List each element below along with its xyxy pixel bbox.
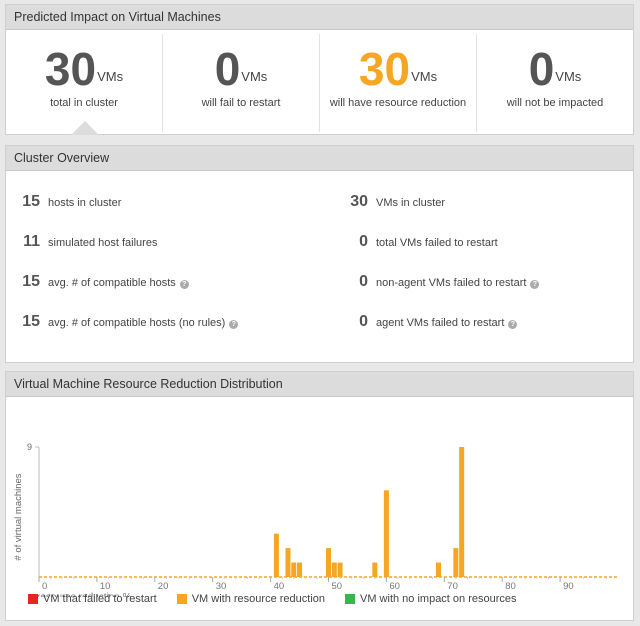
metric-total-in-cluster[interactable]: 30 VMs total in cluster xyxy=(6,34,163,132)
metric-caption: will have resource reduction xyxy=(329,97,467,109)
overview-label: avg. # of compatible hosts (no rules) xyxy=(48,317,226,329)
overview-label: avg. # of compatible hosts xyxy=(48,277,176,289)
legend-label: VM that failed to restart xyxy=(43,593,157,605)
legend-item-reduction[interactable]: VM with resource reduction xyxy=(176,593,325,605)
overview-row-compatible-hosts: 15 avg. # of compatible hosts ? xyxy=(20,273,189,291)
bar xyxy=(383,490,389,577)
x-tick-label: 20 xyxy=(158,581,169,592)
legend-item-no-impact[interactable]: VM with no impact on resources xyxy=(345,593,517,605)
overview-value: 15 xyxy=(22,273,40,290)
x-tick-label: 80 xyxy=(505,581,516,592)
overview-label: non-agent VMs failed to restart xyxy=(376,277,527,289)
x-tick-label: 90 xyxy=(563,581,574,592)
bar xyxy=(453,548,459,577)
distribution-chart-area: 9 # of virtual machines 0 10 20 30 40 50 60 70 80 9… xyxy=(6,397,633,622)
metric-value: 30 xyxy=(44,43,97,95)
chart-legend: VM that failed to restart VM with resour… xyxy=(28,593,537,605)
bar xyxy=(326,548,331,577)
legend-swatch xyxy=(345,594,355,604)
overview-row-compatible-hosts-no-rules: 15 avg. # of compatible hosts (no rules)… xyxy=(20,313,239,331)
overview-row-simulated-failures: 11 simulated host failures xyxy=(20,233,157,251)
impact-metrics: 30 VMs total in cluster 0 VMs will fail … xyxy=(6,30,633,136)
overview-value: 11 xyxy=(23,233,40,250)
y-tick-label: 9 xyxy=(27,442,32,452)
cluster-overview-title: Cluster Overview xyxy=(6,146,633,171)
overview-row-agent-failed: 0 agent VMs failed to restart ? xyxy=(348,313,518,331)
metric-fail-to-restart[interactable]: 0 VMs will fail to restart xyxy=(163,34,320,132)
x-tick-label: 0 xyxy=(42,581,47,592)
overview-row-hosts: 15 hosts in cluster xyxy=(20,193,121,211)
y-axis-label: # of virtual machines xyxy=(13,473,24,560)
overview-row-total-failed: 0 total VMs failed to restart xyxy=(348,233,498,251)
metric-caption: will not be impacted xyxy=(506,97,604,109)
bar xyxy=(459,447,465,577)
overview-row-vms: 30 VMs in cluster xyxy=(348,193,445,211)
x-tick-label: 10 xyxy=(100,581,111,592)
x-tick-label: 50 xyxy=(332,581,343,592)
x-tick-label: 30 xyxy=(216,581,227,592)
metric-caption: total in cluster xyxy=(50,97,118,109)
metric-unit: VMs xyxy=(555,69,582,84)
cluster-overview-body: 15 hosts in cluster 11 simulated host fa… xyxy=(6,171,633,364)
legend-swatch xyxy=(28,594,38,604)
metric-caption: will fail to restart xyxy=(201,97,281,109)
metric-resource-reduction[interactable]: 30 VMs will have resource reduction xyxy=(320,34,477,132)
overview-value: 0 xyxy=(359,313,368,330)
cluster-overview-panel: Cluster Overview 15 hosts in cluster 11 … xyxy=(5,145,634,363)
metric-not-impacted[interactable]: 0 VMs will not be impacted xyxy=(477,34,633,132)
help-icon[interactable]: ? xyxy=(229,320,239,329)
help-icon[interactable]: ? xyxy=(508,320,518,329)
bar xyxy=(273,533,279,577)
bar xyxy=(291,562,297,577)
metric-value: 0 xyxy=(528,43,555,95)
legend-swatch xyxy=(176,594,187,604)
predicted-impact-panel: Predicted Impact on Virtual Machines 30 … xyxy=(5,4,634,135)
legend-label: VM with no impact on resources xyxy=(360,593,517,605)
x-tick-label: 40 xyxy=(274,581,285,592)
overview-value: 15 xyxy=(22,313,40,330)
overview-value: 30 xyxy=(350,193,368,210)
overview-row-non-agent-failed: 0 non-agent VMs failed to restart ? xyxy=(348,273,540,291)
help-icon[interactable]: ? xyxy=(530,280,540,289)
bar xyxy=(285,548,291,577)
metric-value: 0 xyxy=(214,43,241,95)
overview-value: 0 xyxy=(359,273,368,290)
bar xyxy=(436,562,442,577)
x-tick-label: 70 xyxy=(447,581,458,592)
selection-pointer xyxy=(71,121,99,135)
legend-item-failed[interactable]: VM that failed to restart xyxy=(28,593,157,605)
overview-value: 15 xyxy=(22,193,40,210)
distribution-chart: 9 # of virtual machines 0 10 20 30 40 50 60 70 80 9… xyxy=(13,442,618,603)
help-icon[interactable]: ? xyxy=(179,280,189,289)
metric-unit: VMs xyxy=(241,69,268,84)
overview-label: total VMs failed to restart xyxy=(376,237,498,249)
metric-unit: VMs xyxy=(97,69,124,84)
distribution-title: Virtual Machine Resource Reduction Distr… xyxy=(6,372,633,397)
overview-label: simulated host failures xyxy=(48,237,158,249)
bar xyxy=(297,562,303,577)
distribution-panel: Virtual Machine Resource Reduction Distr… xyxy=(5,371,634,621)
bar xyxy=(337,562,343,577)
overview-label: hosts in cluster xyxy=(48,197,122,209)
overview-value: 0 xyxy=(359,233,368,250)
bar xyxy=(331,562,337,577)
overview-label: VMs in cluster xyxy=(376,197,446,209)
x-tick-label: 60 xyxy=(389,581,400,592)
predicted-impact-title: Predicted Impact on Virtual Machines xyxy=(6,5,633,30)
overview-label: agent VMs failed to restart xyxy=(376,317,505,329)
bar xyxy=(372,562,378,577)
legend-label: VM with resource reduction xyxy=(191,593,325,605)
metric-value: 30 xyxy=(358,43,411,95)
metric-unit: VMs xyxy=(411,69,438,84)
